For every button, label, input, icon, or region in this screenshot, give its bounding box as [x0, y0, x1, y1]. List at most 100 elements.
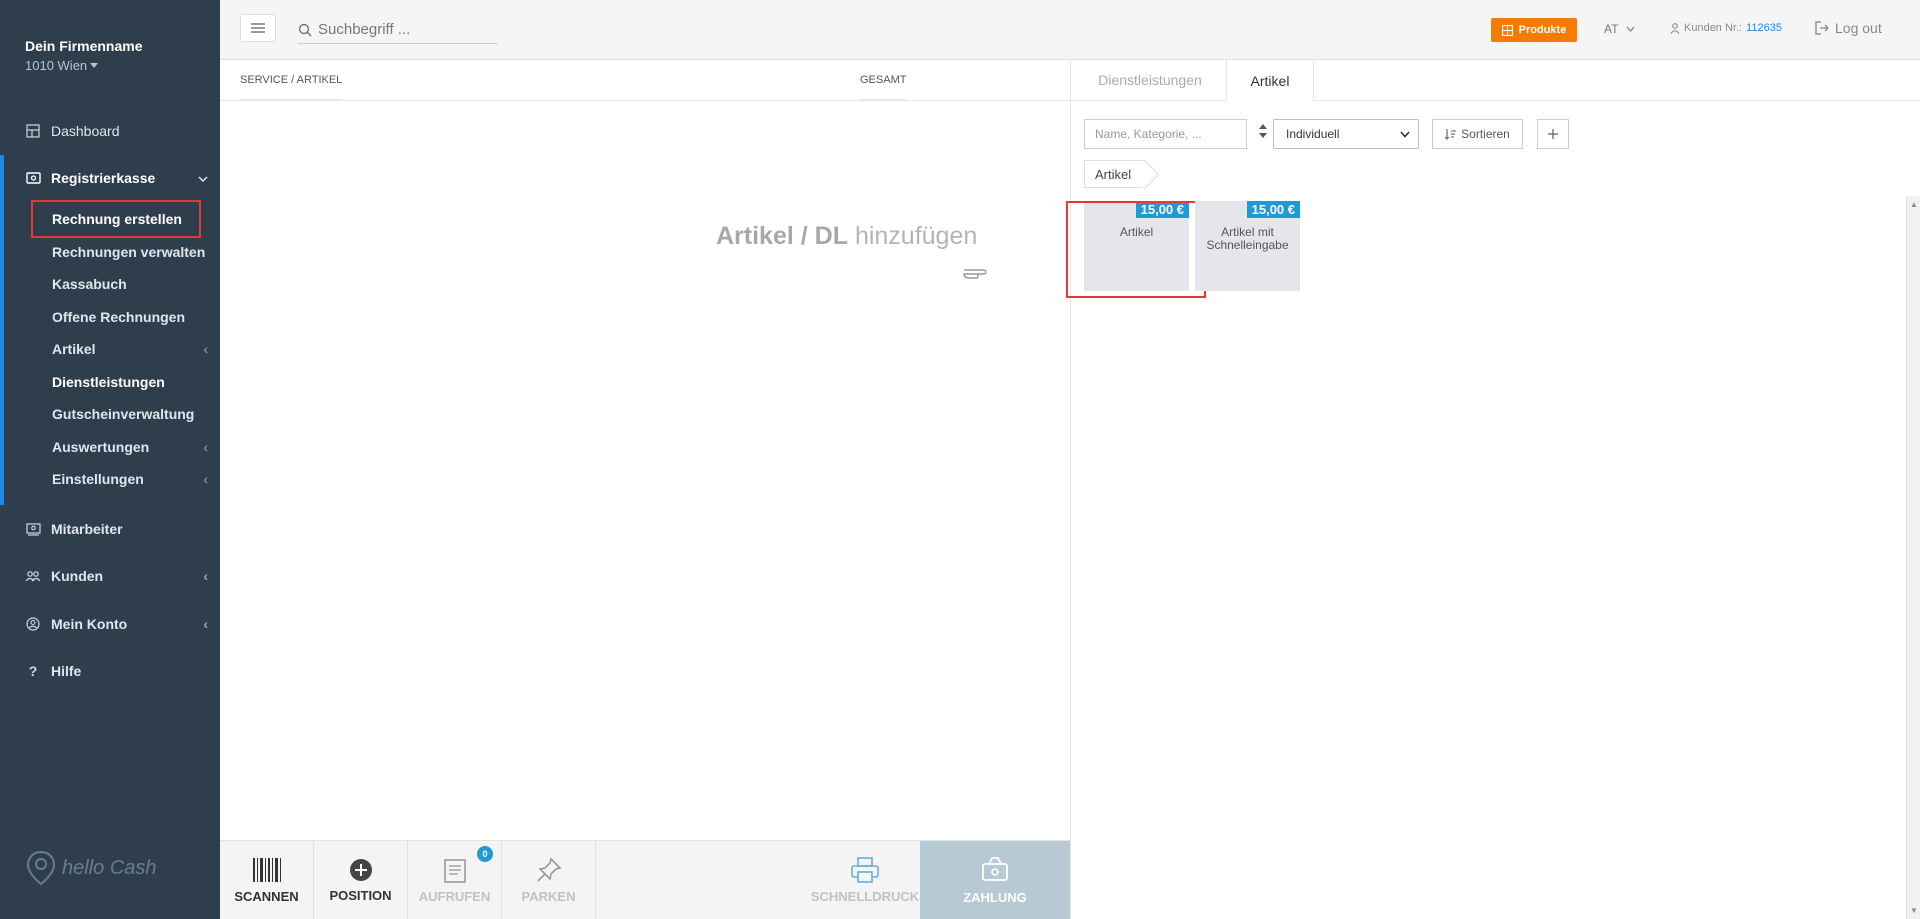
product-price: 15,00 € [1246, 201, 1300, 218]
position-button[interactable]: POSITION [314, 841, 408, 919]
column-header-service: SERVICE / ARTIKEL [240, 60, 343, 100]
chevron-down-icon [1626, 26, 1635, 32]
sidebar-item-hilfe[interactable]: ? Hilfe [0, 660, 220, 682]
hellocash-logo: hello Cash [26, 850, 157, 886]
customer-number-value[interactable]: 112635 [1746, 22, 1782, 34]
add-items-hint: Artikel / DL hinzufügen [716, 222, 977, 251]
sidebar-item-label: Artikel [52, 341, 96, 357]
zahlung-label: ZAHLUNG [963, 890, 1027, 905]
logout-button[interactable]: Log out [1815, 20, 1882, 36]
product-tile[interactable]: 15,00 € Artikel mit Schnelleingabe [1195, 201, 1300, 291]
scroll-down-icon[interactable]: ▼ [1910, 906, 1918, 915]
sidebar: Dein Firmenname 1010 Wien Dashboard Regi… [0, 0, 220, 919]
logout-label: Log out [1835, 20, 1882, 36]
dashboard-icon [25, 123, 41, 139]
document-icon [443, 859, 466, 883]
catalog-filter-input[interactable]: Name, Kategorie, ... [1084, 119, 1247, 149]
company-city: 1010 Wien [25, 58, 88, 73]
sidebar-subitem-auswertungen[interactable]: Auswertungen [52, 439, 149, 455]
scannen-button[interactable]: SCANNEN [220, 841, 314, 919]
parken-button[interactable]: PARKEN [502, 841, 596, 919]
catalog-scrollbar[interactable]: ▲ ▼ [1906, 196, 1920, 919]
select-value: Individuell [1286, 127, 1340, 141]
tab-dienstleistungen[interactable]: Dienstleistungen [1075, 60, 1225, 100]
produkte-label: Produkte [1518, 24, 1567, 36]
language-label: AT [1604, 22, 1619, 36]
payment-icon [982, 857, 1008, 881]
sidebar-subitem-kassabuch[interactable]: Kassabuch [52, 276, 127, 292]
chevron-left-icon: ‹ [203, 471, 208, 487]
chevron-down-icon [198, 170, 208, 186]
sidebar-subitem-einstellungen[interactable]: Einstellungen [52, 471, 144, 487]
logo-text: hello Cash [62, 856, 157, 879]
company-info: Dein Firmenname 1010 Wien [25, 38, 142, 73]
chevron-left-icon: ‹ [203, 341, 208, 357]
sidebar-subitem-dienstleistungen[interactable]: Dienstleistungen [52, 374, 165, 390]
sidebar-item-dashboard[interactable]: Dashboard [0, 120, 220, 142]
produkte-button[interactable]: Produkte [1491, 18, 1577, 42]
add-hint-bold: Artikel / DL [716, 222, 848, 250]
panel-divider [1070, 60, 1071, 919]
search-placeholder: Suchbegriff ... [318, 21, 411, 38]
printer-icon [851, 857, 879, 883]
sort-order-select[interactable]: Individuell [1273, 119, 1419, 149]
column-header-gesamt: GESAMT [860, 60, 907, 100]
zahlung-button[interactable]: ZAHLUNG [920, 841, 1070, 919]
sidebar-subitem-rechnungen-verwalten[interactable]: Rechnungen verwalten [52, 244, 205, 260]
header-divider [220, 100, 1070, 101]
caret-down-icon [90, 63, 99, 68]
plus-icon [1548, 129, 1558, 139]
logout-icon [1815, 21, 1829, 35]
sidebar-item-kunden[interactable]: Kunden ‹ [0, 565, 220, 587]
pointing-hand-icon [962, 262, 990, 288]
pin-icon [536, 857, 562, 882]
aufrufen-label: AUFRUFEN [418, 889, 491, 904]
sidebar-item-mitarbeiter[interactable]: Mitarbeiter [0, 518, 220, 540]
sidebar-item-label: Dashboard [51, 123, 120, 139]
cash-register-icon [25, 170, 41, 186]
bottom-action-bar: SCANNEN POSITION AUFRUFEN 0 PARKEN SCHNE… [220, 840, 1070, 919]
tab-artikel[interactable]: Artikel [1226, 60, 1314, 101]
sidebar-item-mein-konto[interactable]: Mein Konto ‹ [0, 613, 220, 635]
company-city-dropdown[interactable]: 1010 Wien [25, 58, 142, 73]
breadcrumb[interactable]: Artikel [1084, 160, 1146, 188]
position-label: POSITION [329, 888, 392, 903]
customer-number: Kunden Nr.: 112635 [1670, 22, 1782, 34]
top-bar: Suchbegriff ... Produkte AT Kunden Nr.: … [220, 0, 1920, 60]
sidebar-item-label: Mein Konto [51, 616, 128, 632]
sidebar-item-label: Registrierkasse [51, 170, 156, 186]
sidebar-subitem-artikel[interactable]: Artikel [52, 341, 96, 357]
count-badge: 0 [477, 846, 493, 862]
add-circle-icon [349, 859, 372, 881]
sidebar-item-label: Hilfe [51, 663, 82, 679]
chevron-left-icon: ‹ [203, 568, 208, 584]
menu-toggle-button[interactable] [240, 14, 276, 42]
language-dropdown[interactable]: AT [1604, 22, 1635, 36]
add-hint-rest: hinzufügen [854, 222, 978, 250]
sidebar-item-registrierkasse[interactable]: Registrierkasse [0, 167, 220, 189]
company-name: Dein Firmenname [25, 38, 143, 54]
employees-icon [25, 521, 41, 537]
sort-icon [1445, 129, 1457, 140]
scannen-label: SCANNEN [234, 889, 299, 904]
aufrufen-button[interactable]: AUFRUFEN 0 [408, 841, 502, 919]
customers-icon [25, 568, 41, 584]
chevron-left-icon: ‹ [203, 439, 208, 455]
sidebar-subitem-gutscheinverwaltung[interactable]: Gutscheinverwaltung [52, 406, 194, 422]
user-icon [1670, 22, 1680, 34]
location-pin-icon [26, 850, 56, 886]
sidebar-subitem-offene-rechnungen[interactable]: Offene Rechnungen [52, 309, 185, 325]
schnelldruck-label: SCHNELLDRUCK [810, 889, 920, 904]
customer-number-label: Kunden Nr.: [1684, 22, 1743, 34]
highlight-frame [31, 200, 201, 238]
sort-direction-icon[interactable] [1259, 124, 1267, 138]
sort-label: Sortieren [1461, 127, 1510, 141]
account-icon [25, 616, 41, 632]
sort-button[interactable]: Sortieren [1432, 119, 1523, 149]
add-item-button[interactable] [1537, 119, 1569, 149]
search-icon [298, 23, 312, 37]
product-label: Artikel mit Schnelleingabe [1206, 225, 1289, 252]
search-input[interactable]: Suchbegriff ... [298, 16, 498, 44]
scroll-up-icon[interactable]: ▲ [1910, 200, 1918, 209]
grid-icon [1501, 24, 1513, 36]
